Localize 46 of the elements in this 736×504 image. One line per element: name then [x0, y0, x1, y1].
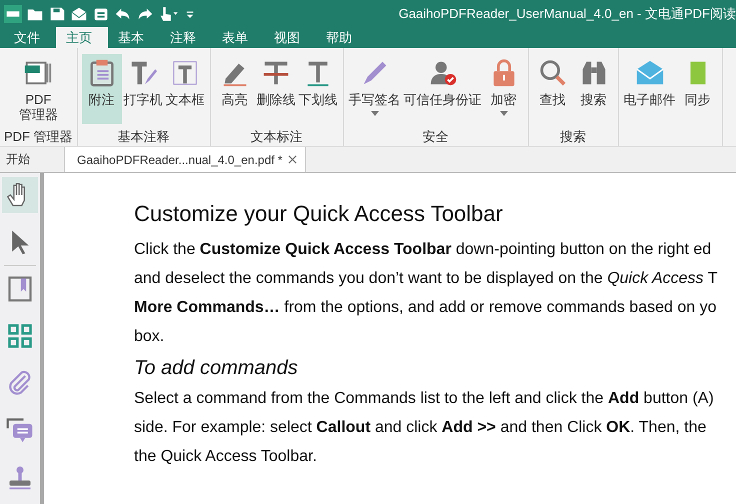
subheading: To add commands [134, 357, 299, 380]
ribbon-button[interactable]: 查找 [532, 54, 573, 124]
menu-tab[interactable]: 帮助 [316, 27, 368, 48]
ribbon-button[interactable]: PDF 管理器 [18, 54, 59, 124]
tab-label[interactable]: 开始 [6, 151, 30, 168]
group-label: 安全 [422, 128, 449, 146]
ribbon-button[interactable]: 下划线 [298, 54, 339, 124]
heading: Customize your Quick Access Toolbar [134, 201, 504, 227]
text-line: Select a command from the Commands list to the left and click the Add button (A) [134, 389, 715, 409]
group-label: PDF 管理器 [4, 128, 73, 146]
grid-icon [6, 322, 34, 350]
window-title: GaaihoPDFReader_UserManual_4.0_en - 文电通PDF阅读 [398, 4, 736, 22]
text-line: the Quick Access Toolbar. [134, 447, 318, 467]
ribbon-button[interactable]: 同步 [678, 54, 718, 124]
group-label: 搜索 [560, 128, 586, 146]
menu-tab[interactable]: 表单 [212, 27, 264, 48]
document-tab[interactable]: GaaihoPDFReader...nual_4.0_en.pdf * [65, 147, 306, 172]
menu-tab[interactable]: 视图 [264, 27, 316, 48]
ribbon-button[interactable]: 手写签名 [348, 54, 402, 124]
menu-tab[interactable]: 文件 [4, 27, 56, 48]
text-line: and deselect the commands you don’t want to be displayed on the Quick Access T [134, 269, 718, 289]
sidebar-tool[interactable] [2, 177, 38, 213]
ribbon-button[interactable]: 可信任身份证 [402, 54, 483, 124]
ribbon-button[interactable]: 加密 [484, 54, 524, 124]
ribbon-button[interactable]: 打字机 [122, 54, 164, 124]
group-label: 文本标注 [250, 128, 303, 146]
ribbon-button[interactable]: 文本框 [164, 54, 206, 124]
menu-tab[interactable]: 基本 [108, 27, 160, 48]
menu-tab[interactable]: 主页 [56, 27, 108, 48]
text-line: box. [134, 327, 166, 347]
text-line: side. For example: select Callout and click Add >> and then Click OK. Then, the [134, 418, 708, 438]
text-line: Click the Customize Quick Access Toolbar down-pointing button on the right ed [134, 240, 712, 260]
tab-label[interactable]: GaaihoPDFReader...nual_4.0_en.pdf * [77, 152, 282, 166]
comment-icon [6, 416, 34, 444]
ribbon-button[interactable]: 电子邮件 [622, 54, 677, 124]
ribbon-button[interactable]: 高亮 [214, 54, 255, 124]
text-line: More Commands… from the options, and add or remove commands based on yo [134, 298, 718, 318]
ribbon-button[interactable]: 附注 [82, 54, 122, 124]
close-icon[interactable] [288, 155, 298, 164]
search-icon [538, 58, 568, 88]
bookmark-icon [6, 275, 34, 303]
ribbon-button[interactable]: 搜索 [574, 54, 614, 124]
menu-tab[interactable]: 注释 [160, 27, 212, 48]
save-icon[interactable] [48, 4, 66, 22]
ribbon-button[interactable]: 删除线 [256, 54, 297, 124]
group-label: 基本注释 [118, 128, 170, 146]
